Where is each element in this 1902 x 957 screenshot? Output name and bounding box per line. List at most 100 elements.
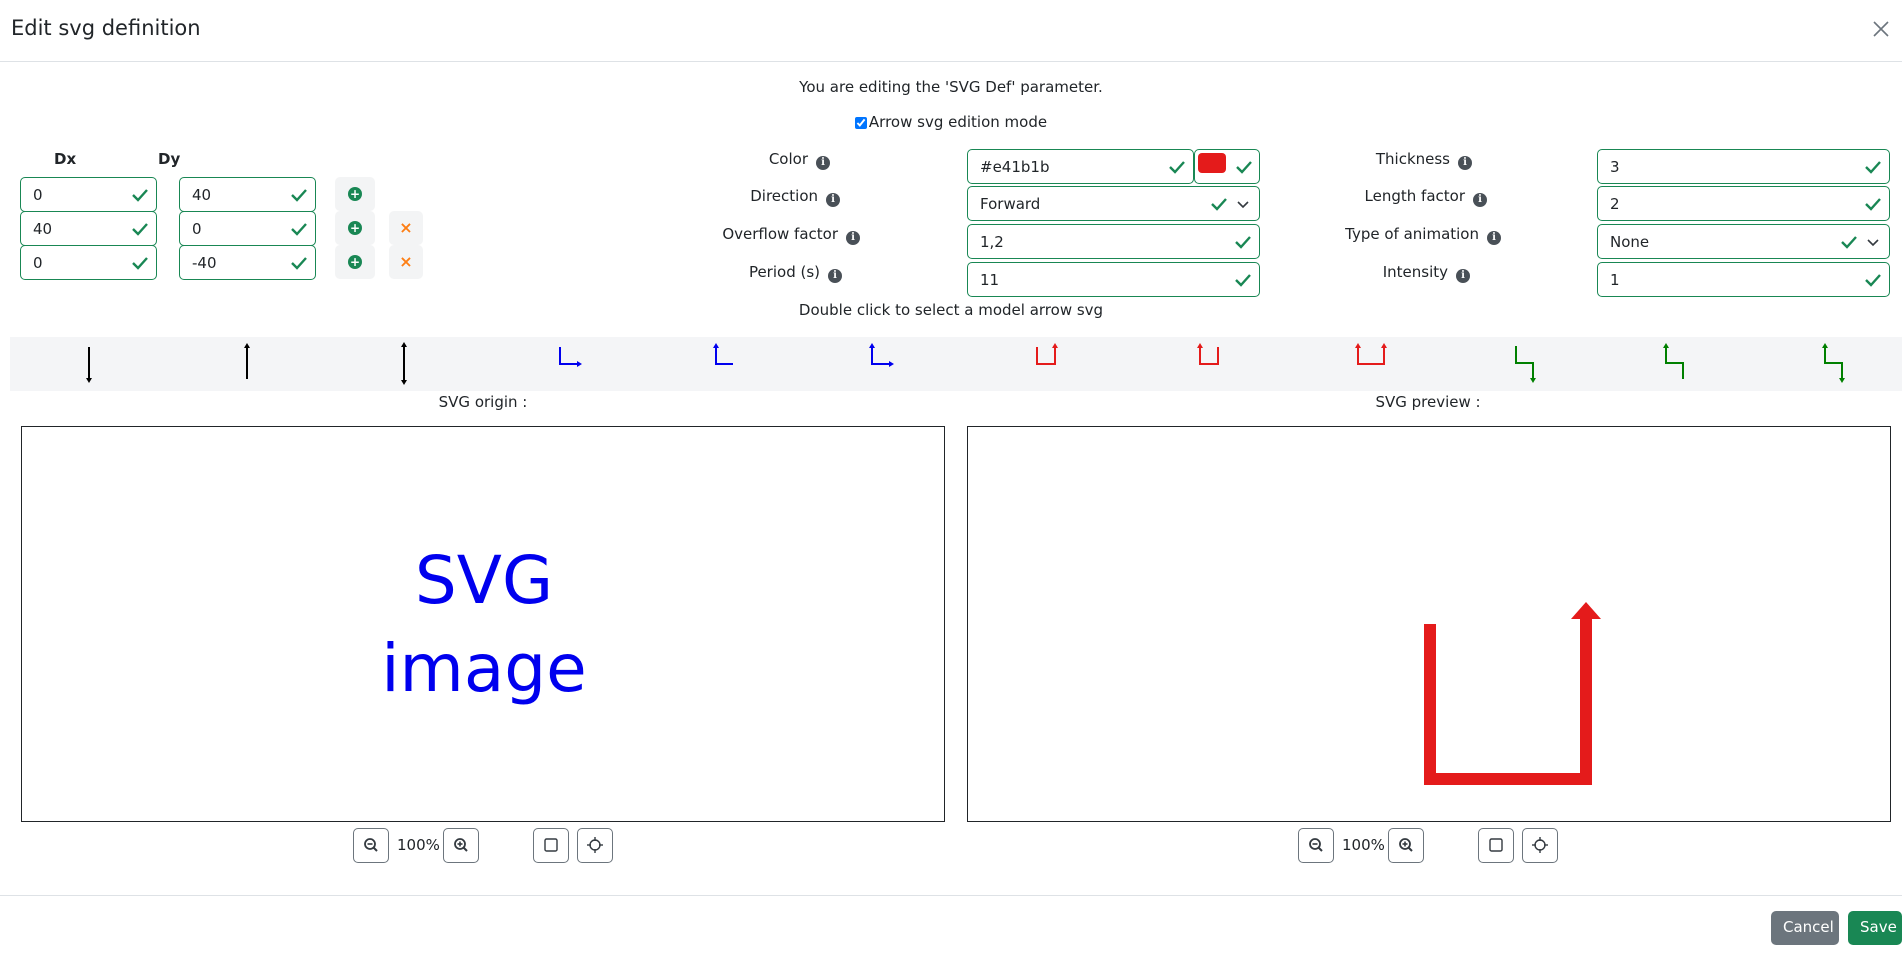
intensity-input[interactable]: 1 bbox=[1597, 262, 1890, 297]
dy-input-1[interactable]: 40 bbox=[179, 177, 316, 212]
color-input[interactable]: #e41b1b bbox=[967, 149, 1194, 184]
corner-up-arrow-icon bbox=[713, 343, 733, 365]
dx-header: Dx bbox=[54, 150, 77, 168]
model-arrow-12[interactable] bbox=[1737, 337, 1894, 391]
add-point-button-3[interactable]: + bbox=[335, 245, 375, 279]
arrow-up-icon bbox=[244, 343, 250, 379]
intensity-value: 1 bbox=[1610, 271, 1620, 289]
check-icon bbox=[1841, 236, 1857, 249]
model-arrow-3[interactable] bbox=[324, 337, 481, 391]
u-up-left-arrow-icon bbox=[1197, 343, 1219, 365]
check-icon bbox=[1865, 274, 1881, 287]
info-icon[interactable]: i bbox=[1487, 231, 1501, 245]
model-arrow-6[interactable] bbox=[795, 337, 952, 391]
dx-value: 40 bbox=[33, 220, 53, 238]
model-arrow-1[interactable] bbox=[10, 337, 167, 391]
check-icon bbox=[1865, 161, 1881, 174]
check-icon bbox=[291, 257, 307, 270]
check-icon bbox=[1235, 236, 1251, 249]
delete-point-button-3[interactable]: × bbox=[389, 245, 423, 279]
model-arrow-7[interactable] bbox=[952, 337, 1109, 391]
preview-zoom-in-button[interactable] bbox=[1388, 828, 1424, 863]
corner-both-arrow-icon bbox=[869, 343, 894, 367]
overflow-input[interactable]: 1,2 bbox=[967, 224, 1260, 259]
origin-zoom-in-button[interactable] bbox=[443, 828, 479, 863]
info-icon[interactable]: i bbox=[826, 193, 840, 207]
direction-select[interactable]: Forward bbox=[967, 186, 1260, 221]
dy-value: 0 bbox=[192, 220, 202, 238]
u-up-right-arrow-icon bbox=[1036, 343, 1058, 365]
info-icon[interactable]: i bbox=[846, 231, 860, 245]
model-arrow-10[interactable] bbox=[1423, 337, 1580, 391]
color-swatch[interactable] bbox=[1198, 153, 1226, 173]
length-input[interactable]: 2 bbox=[1597, 186, 1890, 221]
model-arrow-2[interactable] bbox=[167, 337, 324, 391]
square-icon bbox=[1489, 838, 1503, 852]
model-arrow-11[interactable] bbox=[1580, 337, 1737, 391]
placeholder-line-2: image bbox=[381, 630, 587, 707]
plus-icon: + bbox=[348, 221, 362, 235]
corner-right-arrow-icon bbox=[559, 347, 582, 367]
editing-text: You are editing the 'SVG Def' parameter. bbox=[799, 78, 1103, 96]
add-point-button-1[interactable]: + bbox=[335, 177, 375, 211]
check-icon bbox=[291, 189, 307, 202]
overflow-label: Overflow factor i bbox=[700, 225, 860, 245]
modal-footer bbox=[0, 895, 1902, 957]
check-icon bbox=[1236, 161, 1252, 174]
crosshair-icon bbox=[587, 837, 603, 853]
period-value: 11 bbox=[980, 271, 1000, 289]
origin-zoom-out-button[interactable] bbox=[353, 828, 389, 863]
info-icon[interactable]: i bbox=[1473, 193, 1487, 207]
close-icon: × bbox=[399, 218, 413, 237]
arrow-mode-row: Arrow svg edition mode bbox=[0, 113, 1902, 131]
model-arrow-8[interactable] bbox=[1109, 337, 1266, 391]
arrow-mode-checkbox[interactable] bbox=[854, 117, 867, 129]
info-icon[interactable]: i bbox=[1458, 156, 1472, 170]
origin-center-button[interactable] bbox=[577, 828, 613, 863]
info-icon[interactable]: i bbox=[1456, 269, 1470, 283]
check-icon bbox=[1169, 161, 1185, 174]
color-label: Color i bbox=[700, 150, 830, 170]
svg-origin-canvas[interactable]: SVG image bbox=[21, 426, 945, 822]
save-button[interactable]: Save bbox=[1848, 911, 1902, 945]
thickness-label: Thickness i bbox=[1300, 150, 1472, 170]
color-value: #e41b1b bbox=[980, 158, 1050, 176]
model-arrow-5[interactable] bbox=[638, 337, 795, 391]
period-input[interactable]: 11 bbox=[967, 262, 1260, 297]
check-icon bbox=[132, 189, 148, 202]
crosshair-icon bbox=[1532, 837, 1548, 853]
preview-zoom-out-button[interactable] bbox=[1298, 828, 1334, 863]
placeholder-line-1: SVG bbox=[414, 542, 554, 619]
delete-point-button-2[interactable]: × bbox=[389, 211, 423, 245]
model-arrow-9[interactable] bbox=[1266, 337, 1423, 391]
square-icon bbox=[544, 838, 558, 852]
animation-select[interactable]: None bbox=[1597, 224, 1890, 259]
thickness-input[interactable]: 3 bbox=[1597, 149, 1890, 184]
dx-input-3[interactable]: 0 bbox=[20, 245, 157, 280]
chevron-down-icon bbox=[1237, 201, 1249, 209]
dx-input-2[interactable]: 40 bbox=[20, 211, 157, 246]
plus-icon: + bbox=[348, 255, 362, 269]
cancel-button[interactable]: Cancel bbox=[1771, 911, 1839, 945]
model-hint: Double click to select a model arrow svg bbox=[798, 301, 1104, 319]
modal-header: Edit svg definition bbox=[0, 0, 1902, 62]
check-icon bbox=[1235, 274, 1251, 287]
check-icon bbox=[132, 257, 148, 270]
preview-fit-button[interactable] bbox=[1478, 828, 1514, 863]
preview-center-button[interactable] bbox=[1522, 828, 1558, 863]
info-icon[interactable]: i bbox=[828, 269, 842, 283]
origin-fit-button[interactable] bbox=[533, 828, 569, 863]
info-icon[interactable]: i bbox=[816, 156, 830, 170]
close-icon[interactable] bbox=[1870, 18, 1892, 40]
zoom-out-icon bbox=[1309, 838, 1323, 852]
model-arrow-4[interactable] bbox=[481, 337, 638, 391]
svg-preview-title: SVG preview : bbox=[1375, 393, 1481, 411]
svg-image-placeholder: SVG image bbox=[22, 537, 946, 713]
dx-input-1[interactable]: 0 bbox=[20, 177, 157, 212]
dy-input-2[interactable]: 0 bbox=[179, 211, 316, 246]
add-point-button-2[interactable]: + bbox=[335, 211, 375, 245]
length-value: 2 bbox=[1610, 195, 1620, 213]
svg-preview-canvas[interactable] bbox=[967, 426, 1891, 822]
dy-input-3[interactable]: -40 bbox=[179, 245, 316, 280]
period-label: Period (s) i bbox=[700, 263, 842, 283]
